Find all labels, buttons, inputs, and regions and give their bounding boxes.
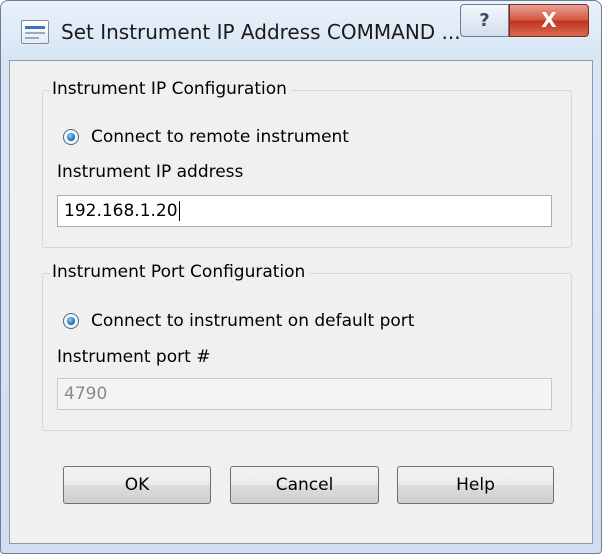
remote-instrument-radio-label[interactable]: Connect to remote instrument xyxy=(91,126,349,148)
port-number-label: Instrument port # xyxy=(57,347,211,367)
title-help-button[interactable]: ? xyxy=(460,4,509,37)
default-port-radio[interactable] xyxy=(63,313,79,329)
port-config-legend: Instrument Port Configuration xyxy=(50,262,310,282)
remote-instrument-radio[interactable] xyxy=(63,129,79,145)
radio-selected-dot xyxy=(67,133,75,141)
help-button[interactable]: Help xyxy=(397,466,554,504)
text-cursor xyxy=(178,201,180,221)
app-icon xyxy=(21,20,49,44)
ok-button[interactable]: OK xyxy=(63,466,211,504)
cancel-button[interactable]: Cancel xyxy=(230,466,379,504)
window-title: Set Instrument IP Address COMMAND ... xyxy=(61,20,461,44)
ip-address-input[interactable]: 192.168.1.20 xyxy=(57,195,552,227)
default-port-radio-label[interactable]: Connect to instrument on default port xyxy=(91,310,414,332)
ip-address-label: Instrument IP address xyxy=(57,162,244,182)
radio-selected-dot xyxy=(67,317,75,325)
port-number-input[interactable]: 4790 xyxy=(57,378,552,410)
close-button[interactable]: X xyxy=(509,4,589,37)
ip-address-value: 192.168.1.20 xyxy=(64,201,178,221)
ip-config-legend: Instrument IP Configuration xyxy=(50,79,291,99)
